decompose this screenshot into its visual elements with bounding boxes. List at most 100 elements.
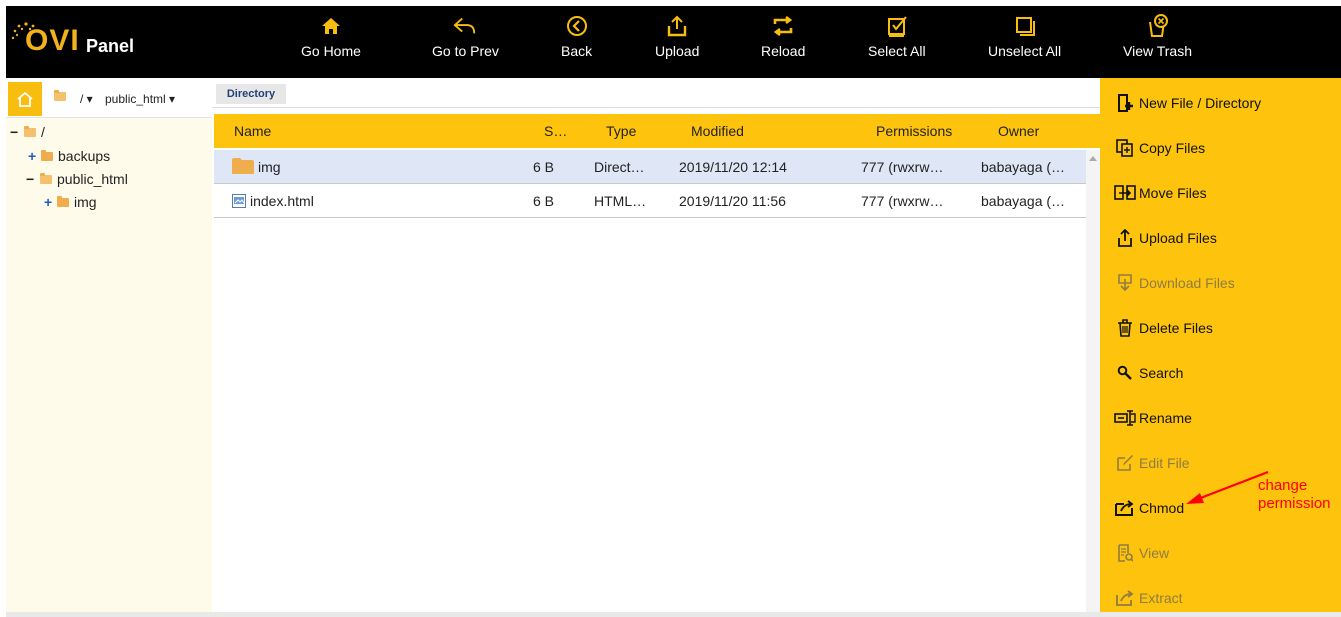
column-modified[interactable]: Modified xyxy=(691,123,744,139)
download-icon xyxy=(1114,273,1136,293)
back-button[interactable]: Back xyxy=(561,14,592,70)
go-to-prev-button[interactable]: Go to Prev xyxy=(432,14,499,70)
chmod-button[interactable]: Chmod xyxy=(1114,496,1184,520)
file-owner: babayaga (… xyxy=(981,193,1066,209)
collapse-toggle[interactable]: − xyxy=(26,171,38,187)
tree-item-label: public_html xyxy=(57,171,128,187)
column-type[interactable]: Type xyxy=(606,123,636,139)
table-row[interactable]: index.html 6 B HTML… 2019/11/20 11:56 77… xyxy=(214,184,1086,218)
folder-open-icon xyxy=(24,125,36,137)
action-label: Chmod xyxy=(1139,500,1185,516)
tree-item-label: img xyxy=(74,194,97,210)
rename-button[interactable]: Rename xyxy=(1114,406,1192,430)
column-size[interactable]: S… xyxy=(544,123,567,139)
annotation-arrow-icon xyxy=(1186,470,1269,504)
file-modified: 2019/11/20 12:14 xyxy=(679,159,787,175)
tree-item-label: / xyxy=(41,124,45,140)
bottom-border xyxy=(6,612,1341,617)
file-modified: 2019/11/20 11:56 xyxy=(679,193,786,209)
file-name: img xyxy=(258,159,281,175)
view-trash-label: View Trash xyxy=(1123,43,1192,59)
scroll-up-icon[interactable] xyxy=(1089,156,1097,161)
table-header: Name S… Type Modified Permissions Owner xyxy=(214,114,1100,148)
action-label: Download Files xyxy=(1139,275,1235,291)
expand-toggle[interactable]: + xyxy=(28,148,40,164)
file-owner: babayaga (… xyxy=(981,159,1066,175)
reload-icon xyxy=(771,14,795,38)
breadcrumb-root[interactable]: / ▾ xyxy=(80,92,93,106)
file-list-panel: Directory Name S… Type Modified Permissi… xyxy=(212,78,1100,612)
html-file-icon xyxy=(232,194,246,208)
annotation-line-1: change xyxy=(1258,477,1308,494)
table-row[interactable]: img 6 B Direct… 2019/11/20 12:14 777 (rw… xyxy=(214,150,1086,184)
file-permissions: 777 (rwxrw… xyxy=(861,159,944,175)
column-owner[interactable]: Owner xyxy=(998,123,1039,139)
actions-panel: New File / Directory Copy Files Move Fil… xyxy=(1100,78,1341,612)
extract-icon xyxy=(1114,588,1136,608)
tree-item-label: backups xyxy=(58,148,111,164)
expand-toggle[interactable]: + xyxy=(44,194,56,210)
upload-icon xyxy=(665,14,689,38)
new-file-icon xyxy=(1114,93,1136,113)
rename-icon xyxy=(1114,408,1136,428)
go-to-prev-label: Go to Prev xyxy=(432,43,499,59)
view-button[interactable]: View xyxy=(1114,541,1169,565)
delete-files-button[interactable]: Delete Files xyxy=(1114,316,1213,340)
edit-icon xyxy=(1114,453,1136,473)
circle-left-icon xyxy=(565,14,589,38)
breadcrumb-current[interactable]: public_html ▾ xyxy=(105,92,175,106)
tree-item-public-html[interactable]: − public_html xyxy=(26,171,128,187)
file-size: 6 B xyxy=(533,193,555,209)
tab-divider xyxy=(212,107,1100,108)
breadcrumb-current-label: public_html xyxy=(105,92,166,106)
tree-item-img[interactable]: + img xyxy=(44,194,97,210)
tab-directory[interactable]: Directory xyxy=(216,84,286,104)
select-all-button[interactable]: Select All xyxy=(868,14,926,70)
checkbox-icon xyxy=(885,14,909,38)
home-icon xyxy=(319,14,343,38)
tree-item-root[interactable]: − / xyxy=(10,124,45,140)
download-files-button[interactable]: Download Files xyxy=(1114,271,1235,295)
view-icon xyxy=(1114,543,1136,563)
breadcrumb-home-button[interactable] xyxy=(8,82,42,116)
column-permissions[interactable]: Permissions xyxy=(876,123,952,139)
action-label: Move Files xyxy=(1139,185,1207,201)
file-type: Direct… xyxy=(594,159,645,175)
action-label: Copy Files xyxy=(1139,140,1206,156)
vertical-scrollbar[interactable] xyxy=(1086,150,1100,612)
unselect-all-label: Unselect All xyxy=(988,43,1062,59)
copy-files-button[interactable]: Copy Files xyxy=(1114,136,1205,160)
collapse-toggle[interactable]: − xyxy=(10,124,22,140)
copy-icon xyxy=(1114,138,1136,158)
go-home-button[interactable]: Go Home xyxy=(301,14,361,70)
upload-files-button[interactable]: Upload Files xyxy=(1114,226,1217,250)
logo-product: Panel xyxy=(86,36,135,56)
move-files-button[interactable]: Move Files xyxy=(1114,181,1207,205)
action-label: Delete Files xyxy=(1139,320,1213,336)
new-file-directory-button[interactable]: New File / Directory xyxy=(1114,91,1261,115)
search-icon xyxy=(1114,363,1136,383)
column-name[interactable]: Name xyxy=(234,123,271,139)
search-button[interactable]: Search xyxy=(1114,361,1183,385)
folder-open-icon xyxy=(54,90,66,101)
select-all-label: Select All xyxy=(868,43,926,59)
folder-icon xyxy=(41,149,53,161)
action-label: Search xyxy=(1139,365,1184,381)
go-home-label: Go Home xyxy=(301,43,361,59)
top-toolbar: OVI Panel Go Home Go to Prev Back Upload… xyxy=(6,6,1341,78)
folder-icon xyxy=(232,158,254,174)
reply-icon xyxy=(453,14,477,38)
tree-item-backups[interactable]: + backups xyxy=(28,148,110,164)
uncheck-icon xyxy=(1013,14,1037,38)
upload-button[interactable]: Upload xyxy=(655,14,699,70)
breadcrumb-root-label: / xyxy=(80,92,84,106)
reload-button[interactable]: Reload xyxy=(761,14,805,70)
unselect-all-button[interactable]: Unselect All xyxy=(988,14,1061,70)
folder-icon xyxy=(57,195,69,207)
file-permissions: 777 (rwxrw… xyxy=(861,193,944,209)
extract-button[interactable]: Extract xyxy=(1114,586,1183,610)
edit-file-button[interactable]: Edit File xyxy=(1114,451,1190,475)
directory-tree-panel: / ▾ public_html ▾ − / + backups − public… xyxy=(6,78,212,612)
view-trash-button[interactable]: View Trash xyxy=(1123,14,1192,70)
annotation-note: change permission xyxy=(1258,477,1331,513)
